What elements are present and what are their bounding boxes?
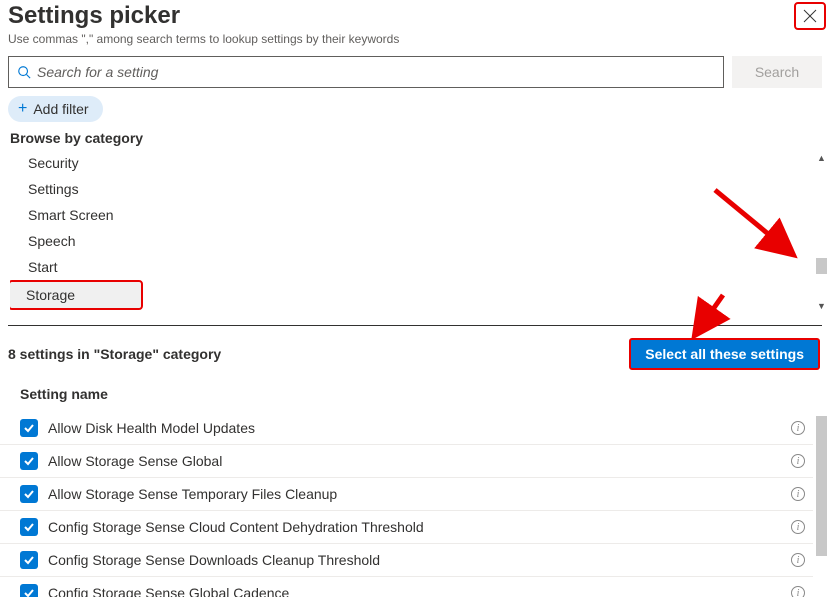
column-header-setting-name: Setting name [0,374,830,412]
setting-row[interactable]: Config Storage Sense Downloads Cleanup T… [0,544,813,577]
setting-row[interactable]: Allow Disk Health Model Updates i [0,412,813,445]
page-title: Settings picker [8,2,822,30]
category-item-storage[interactable]: Storage [10,280,143,310]
search-box[interactable] [8,56,724,88]
divider [8,325,822,326]
setting-label: Allow Storage Sense Global [48,453,781,469]
search-button[interactable]: Search [732,56,822,88]
info-icon[interactable]: i [791,421,805,435]
search-icon [17,65,31,79]
info-icon[interactable]: i [791,487,805,501]
setting-row[interactable]: Config Storage Sense Cloud Content Dehyd… [0,511,813,544]
settings-count-label: 8 settings in "Storage" category [8,346,221,362]
add-filter-button[interactable]: + Add filter [8,96,103,122]
select-all-button[interactable]: Select all these settings [629,338,820,370]
scroll-up-icon[interactable]: ▲ [813,150,830,167]
checkbox[interactable] [20,485,38,503]
checkbox[interactable] [20,584,38,597]
setting-label: Allow Disk Health Model Updates [48,420,781,436]
checkbox[interactable] [20,551,38,569]
category-item-system[interactable]: System [10,310,813,315]
browse-by-category-label: Browse by category [0,128,830,148]
scrollbar-thumb[interactable] [816,416,827,556]
settings-scrollbar[interactable]: ▲ ▼ [813,412,830,597]
setting-label: Allow Storage Sense Temporary Files Clea… [48,486,781,502]
setting-row[interactable]: Allow Storage Sense Temporary Files Clea… [0,478,813,511]
info-icon[interactable]: i [791,454,805,468]
checkbox[interactable] [20,419,38,437]
page-subtitle: Use commas "," among search terms to loo… [8,32,822,46]
info-icon[interactable]: i [791,520,805,534]
category-item-start[interactable]: Start [10,254,813,280]
setting-row[interactable]: Allow Storage Sense Global i [0,445,813,478]
checkmark-icon [23,521,35,533]
scroll-down-icon[interactable]: ▼ [813,298,830,315]
category-item-smart-screen[interactable]: Smart Screen [10,202,813,228]
category-item-settings[interactable]: Settings [10,176,813,202]
add-filter-label: Add filter [33,101,88,117]
setting-label: Config Storage Sense Downloads Cleanup T… [48,552,781,568]
checkbox[interactable] [20,452,38,470]
settings-list: Allow Disk Health Model UpdatesiAllow St… [0,412,830,597]
setting-label: Config Storage Sense Global Cadence [48,585,781,597]
checkbox[interactable] [20,518,38,536]
info-icon[interactable]: i [791,553,805,567]
checkmark-icon [23,554,35,566]
category-list: SecuritySettingsSmart ScreenSpeechStartS… [0,150,830,315]
category-scrollbar[interactable]: ▲ ▼ [813,150,830,315]
checkmark-icon [23,455,35,467]
plus-icon: + [18,101,27,117]
checkmark-icon [23,488,35,500]
info-icon[interactable]: i [791,586,805,597]
setting-row[interactable]: Config Storage Sense Global Cadence i [0,577,813,597]
close-button[interactable] [794,2,826,30]
category-item-speech[interactable]: Speech [10,228,813,254]
close-icon [803,9,817,23]
scrollbar-thumb[interactable] [816,258,827,274]
search-input[interactable] [37,64,715,80]
checkmark-icon [23,422,35,434]
setting-label: Config Storage Sense Cloud Content Dehyd… [48,519,781,535]
category-item-security[interactable]: Security [10,150,813,176]
checkmark-icon [23,587,35,597]
